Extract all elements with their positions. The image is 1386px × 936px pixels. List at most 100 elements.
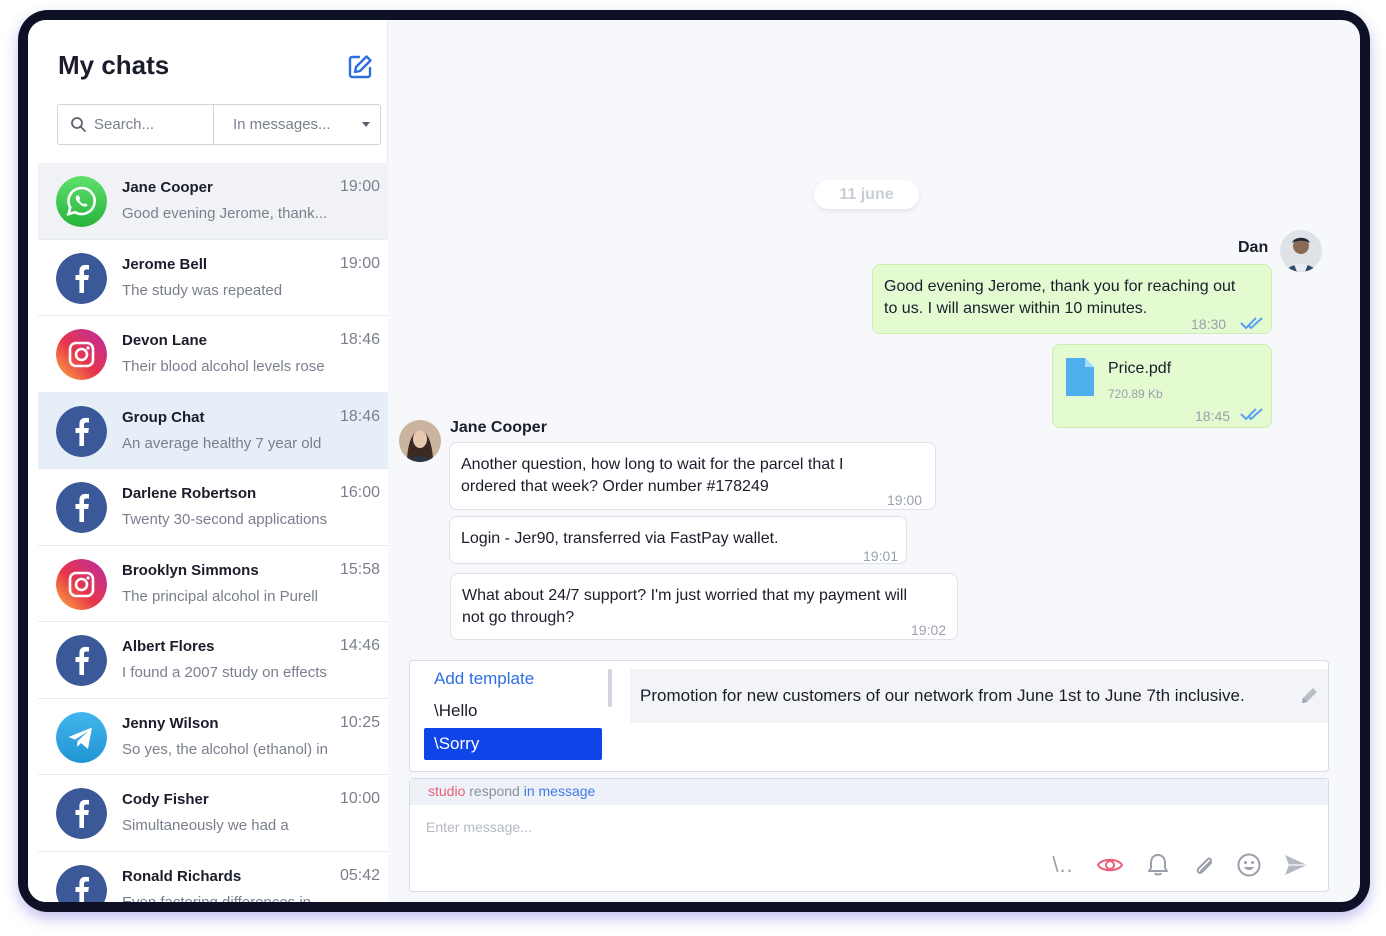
outgoing-message: Good evening Jerome, thank you for reach… — [872, 264, 1272, 334]
telegram-icon — [56, 711, 107, 763]
template-panel: Add template \Hello \Sorry Promotion for… — [409, 660, 1329, 772]
chat-preview: I found a 2007 study on effects — [122, 664, 327, 681]
incoming-message: Another question, how long to wait for t… — [449, 442, 936, 510]
chevron-down-icon — [362, 122, 370, 127]
whatsapp-icon — [56, 176, 107, 227]
emoji-icon[interactable] — [1235, 851, 1263, 879]
search-bar: In messages... — [57, 104, 381, 145]
chat-item-jerome-bell[interactable]: Jerome Bell 19:00 The study was repeated — [38, 239, 388, 316]
jane-cooper-avatar — [399, 420, 441, 462]
chat-time: 14:46 — [339, 637, 380, 654]
outgoing-file-message[interactable]: Price.pdf 720.89 Kb 18:45 — [1052, 344, 1272, 428]
chat-item-jenny-wilson[interactable]: Jenny Wilson 10:25 So yes, the alcohol (… — [38, 698, 388, 775]
chat-item-group-chat[interactable]: Group Chat 18:46 An average healthy 7 ye… — [38, 392, 388, 469]
message-text: Good evening Jerome, thank you for reach… — [884, 278, 1236, 295]
chat-name: Cody Fisher — [122, 791, 209, 808]
compose-icon[interactable] — [346, 53, 374, 81]
message-time: 18:45 — [1195, 408, 1231, 424]
facebook-icon — [56, 252, 107, 304]
dan-avatar — [1280, 230, 1322, 272]
chat-preview: So yes, the alcohol (ethanol) in — [122, 740, 328, 758]
incoming-message: Login - Jer90, transferred via FastPay w… — [449, 516, 907, 564]
message-composer: studio respond in message \.. — [409, 778, 1329, 892]
search-scope-select[interactable]: In messages... — [215, 105, 380, 144]
chat-name: Ronald Richards — [122, 867, 242, 885]
chat-name: Darlene Robertson — [122, 485, 257, 502]
chat-item-brooklyn-simmons[interactable]: Brooklyn Simmons 15:58 The principal alc… — [38, 545, 388, 622]
template-list-scrollbar[interactable] — [608, 669, 612, 707]
template-item-hello[interactable]: \Hello — [434, 701, 477, 721]
facebook-icon — [56, 635, 107, 686]
message-text: not go through? — [462, 609, 575, 626]
chat-item-ronald-richards[interactable]: Ronald Richards 05:42 Even factoring dif… — [38, 851, 388, 902]
chat-name: Jerome Bell — [122, 255, 208, 273]
chat-preview: Twenty 30-second applications — [122, 511, 328, 528]
template-preview-text: Promotion for new customers of our netwo… — [640, 686, 1245, 705]
chat-preview: Good evening Jerome, thank... — [122, 205, 328, 222]
chat-preview: An average healthy 7 year old — [122, 434, 322, 452]
double-check-icon — [1240, 317, 1263, 330]
date-separator: 11 june — [814, 180, 919, 209]
outgoing-sender-name: Dan — [1238, 239, 1269, 256]
chat-time: 05:42 — [339, 866, 380, 884]
chat-list: Jane Cooper 19:00 Good evening Jerome, t… — [38, 163, 388, 902]
incoming-sender-name: Jane Cooper — [450, 419, 547, 436]
chat-item-darlene-robertson[interactable]: Darlene Robertson 16:00 Twenty 30-second… — [38, 469, 388, 546]
chat-time: 16:00 — [339, 484, 380, 501]
bell-icon[interactable] — [1144, 851, 1172, 879]
chat-item-devon-lane[interactable]: Devon Lane 18:46 Their blood alcohol lev… — [38, 316, 388, 393]
file-name: Price.pdf — [1108, 360, 1172, 377]
chat-item-albert-flores[interactable]: Albert Flores 14:46 I found a 2007 study… — [38, 622, 388, 699]
message-time: 19:00 — [887, 492, 923, 508]
message-text: to us. I will answer within 10 minutes. — [884, 300, 1148, 317]
search-input[interactable] — [94, 105, 210, 144]
template-item-sorry[interactable]: \Sorry — [424, 728, 602, 760]
search-field-wrap — [58, 105, 214, 144]
chat-time: 10:00 — [339, 790, 380, 807]
send-icon[interactable] — [1282, 851, 1310, 879]
composer-hint-bar: studio respond in message — [410, 779, 1328, 805]
incoming-message: What about 24/7 support? I'm just worrie… — [450, 573, 958, 640]
facebook-icon — [56, 405, 107, 457]
device-frame: My chats In messages... — [18, 10, 1370, 912]
chat-time: 18:46 — [339, 331, 380, 348]
chat-time: 18:46 — [339, 407, 380, 425]
chat-name: Group Chat — [122, 408, 205, 426]
file-size: 720.89 Kb — [1108, 387, 1163, 401]
chat-time: 10:25 — [339, 713, 380, 731]
facebook-icon — [56, 864, 107, 902]
chat-time: 19:00 — [339, 178, 380, 195]
chat-sidebar: My chats In messages... — [28, 20, 388, 902]
message-text: What about 24/7 support? I'm just worrie… — [462, 587, 908, 604]
search-icon — [71, 117, 86, 132]
paperclip-icon[interactable] — [1190, 851, 1218, 879]
chat-preview: The principal alcohol in Purell — [122, 587, 318, 605]
facebook-icon — [56, 482, 107, 533]
chat-item-jane-cooper[interactable]: Jane Cooper 19:00 Good evening Jerome, t… — [38, 163, 388, 240]
conversation-pane: 11 june Dan Good evening Jerome, thank y… — [389, 20, 1360, 902]
chat-name: Albert Flores — [122, 638, 215, 655]
message-text: ordered that week? Order number #178249 — [461, 478, 769, 495]
template-shortcut-label: \.. — [1052, 852, 1074, 877]
message-time: 19:02 — [911, 622, 947, 638]
instagram-icon — [56, 558, 107, 610]
hint-studio: studio — [428, 783, 466, 799]
chat-preview: Their blood alcohol levels rose — [122, 358, 325, 375]
instagram-icon — [56, 329, 107, 380]
message-time: 19:01 — [863, 548, 899, 564]
chat-item-cody-fisher[interactable]: Cody Fisher 10:00 Simultaneously we had … — [38, 775, 388, 852]
chat-name: Devon Lane — [122, 332, 208, 349]
search-scope-value: In messages... — [233, 116, 331, 133]
template-shortcut-button[interactable]: \.. — [1046, 851, 1080, 879]
template-preview: Promotion for new customers of our netwo… — [630, 669, 1328, 723]
facebook-icon — [56, 788, 107, 839]
message-text: Login - Jer90, transferred via FastPay w… — [461, 530, 779, 547]
eye-icon[interactable] — [1096, 851, 1124, 879]
sidebar-title: My chats — [58, 50, 170, 80]
hint-respond: respond — [469, 783, 520, 799]
message-time: 18:30 — [1191, 316, 1227, 332]
message-input[interactable] — [426, 815, 1306, 839]
pencil-icon[interactable] — [1298, 685, 1320, 707]
add-template-link[interactable]: Add template — [434, 669, 534, 689]
chat-time: 15:58 — [339, 560, 380, 578]
